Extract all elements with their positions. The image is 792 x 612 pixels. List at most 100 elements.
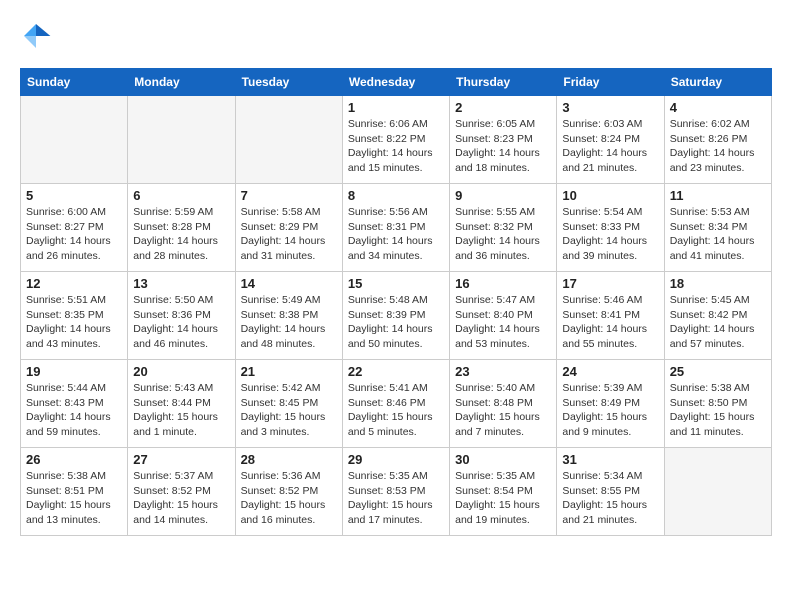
- day-info: Sunrise: 5:35 AM Sunset: 8:53 PM Dayligh…: [348, 469, 444, 528]
- day-info: Sunrise: 5:55 AM Sunset: 8:32 PM Dayligh…: [455, 205, 551, 264]
- day-cell-9: 9 Sunrise: 5:55 AM Sunset: 8:32 PM Daylig…: [450, 184, 557, 272]
- day-info: Sunrise: 5:59 AM Sunset: 8:28 PM Dayligh…: [133, 205, 229, 264]
- empty-cell: [21, 96, 128, 184]
- day-cell-17: 17 Sunrise: 5:46 AM Sunset: 8:41 PM Dayli…: [557, 272, 664, 360]
- day-cell-7: 7 Sunrise: 5:58 AM Sunset: 8:29 PM Daylig…: [235, 184, 342, 272]
- day-cell-28: 28 Sunrise: 5:36 AM Sunset: 8:52 PM Dayli…: [235, 448, 342, 536]
- day-info: Sunrise: 5:56 AM Sunset: 8:31 PM Dayligh…: [348, 205, 444, 264]
- day-number: 24: [562, 364, 658, 379]
- day-number: 1: [348, 100, 444, 115]
- day-cell-15: 15 Sunrise: 5:48 AM Sunset: 8:39 PM Dayli…: [342, 272, 449, 360]
- day-cell-27: 27 Sunrise: 5:37 AM Sunset: 8:52 PM Dayli…: [128, 448, 235, 536]
- day-number: 2: [455, 100, 551, 115]
- day-info: Sunrise: 5:47 AM Sunset: 8:40 PM Dayligh…: [455, 293, 551, 352]
- day-info: Sunrise: 5:49 AM Sunset: 8:38 PM Dayligh…: [241, 293, 337, 352]
- day-number: 12: [26, 276, 122, 291]
- column-header-tuesday: Tuesday: [235, 69, 342, 96]
- day-info: Sunrise: 5:35 AM Sunset: 8:54 PM Dayligh…: [455, 469, 551, 528]
- day-number: 14: [241, 276, 337, 291]
- logo-icon: [20, 20, 52, 52]
- day-number: 27: [133, 452, 229, 467]
- day-number: 26: [26, 452, 122, 467]
- day-number: 31: [562, 452, 658, 467]
- column-header-sunday: Sunday: [21, 69, 128, 96]
- day-info: Sunrise: 5:41 AM Sunset: 8:46 PM Dayligh…: [348, 381, 444, 440]
- day-number: 10: [562, 188, 658, 203]
- day-info: Sunrise: 6:00 AM Sunset: 8:27 PM Dayligh…: [26, 205, 122, 264]
- day-cell-31: 31Sunrise: 5:34 AM Sunset: 8:55 PM Dayli…: [557, 448, 664, 536]
- day-info: Sunrise: 5:51 AM Sunset: 8:35 PM Dayligh…: [26, 293, 122, 352]
- day-info: Sunrise: 5:40 AM Sunset: 8:48 PM Dayligh…: [455, 381, 551, 440]
- day-info: Sunrise: 5:50 AM Sunset: 8:36 PM Dayligh…: [133, 293, 229, 352]
- day-number: 28: [241, 452, 337, 467]
- week-row-1: 1 Sunrise: 6:06 AM Sunset: 8:22 PM Daylig…: [21, 96, 772, 184]
- day-info: Sunrise: 5:58 AM Sunset: 8:29 PM Dayligh…: [241, 205, 337, 264]
- day-cell-20: 20 Sunrise: 5:43 AM Sunset: 8:44 PM Dayli…: [128, 360, 235, 448]
- day-cell-14: 14 Sunrise: 5:49 AM Sunset: 8:38 PM Dayli…: [235, 272, 342, 360]
- day-number: 15: [348, 276, 444, 291]
- day-info: Sunrise: 5:36 AM Sunset: 8:52 PM Dayligh…: [241, 469, 337, 528]
- day-number: 5: [26, 188, 122, 203]
- day-number: 23: [455, 364, 551, 379]
- day-number: 19: [26, 364, 122, 379]
- day-number: 3: [562, 100, 658, 115]
- week-row-5: 26 Sunrise: 5:38 AM Sunset: 8:51 PM Dayli…: [21, 448, 772, 536]
- logo: [20, 20, 56, 52]
- day-info: Sunrise: 6:02 AM Sunset: 8:26 PM Dayligh…: [670, 117, 766, 176]
- day-number: 4: [670, 100, 766, 115]
- day-cell-16: 16 Sunrise: 5:47 AM Sunset: 8:40 PM Dayli…: [450, 272, 557, 360]
- page-header: [20, 20, 772, 52]
- day-cell-29: 29Sunrise: 5:35 AM Sunset: 8:53 PM Dayli…: [342, 448, 449, 536]
- day-cell-18: 18 Sunrise: 5:45 AM Sunset: 8:42 PM Dayli…: [664, 272, 771, 360]
- day-number: 18: [670, 276, 766, 291]
- week-row-2: 5 Sunrise: 6:00 AM Sunset: 8:27 PM Daylig…: [21, 184, 772, 272]
- day-number: 17: [562, 276, 658, 291]
- day-cell-24: 24Sunrise: 5:39 AM Sunset: 8:49 PM Dayli…: [557, 360, 664, 448]
- day-number: 21: [241, 364, 337, 379]
- day-info: Sunrise: 5:46 AM Sunset: 8:41 PM Dayligh…: [562, 293, 658, 352]
- day-cell-10: 10 Sunrise: 5:54 AM Sunset: 8:33 PM Dayli…: [557, 184, 664, 272]
- column-header-thursday: Thursday: [450, 69, 557, 96]
- day-number: 6: [133, 188, 229, 203]
- day-number: 16: [455, 276, 551, 291]
- column-header-monday: Monday: [128, 69, 235, 96]
- day-info: Sunrise: 6:05 AM Sunset: 8:23 PM Dayligh…: [455, 117, 551, 176]
- day-cell-13: 13 Sunrise: 5:50 AM Sunset: 8:36 PM Dayli…: [128, 272, 235, 360]
- day-cell-19: 19 Sunrise: 5:44 AM Sunset: 8:43 PM Dayli…: [21, 360, 128, 448]
- day-info: Sunrise: 6:03 AM Sunset: 8:24 PM Dayligh…: [562, 117, 658, 176]
- day-cell-4: 4 Sunrise: 6:02 AM Sunset: 8:26 PM Daylig…: [664, 96, 771, 184]
- day-cell-23: 23 Sunrise: 5:40 AM Sunset: 8:48 PM Dayli…: [450, 360, 557, 448]
- calendar-table: SundayMondayTuesdayWednesdayThursdayFrid…: [20, 68, 772, 536]
- day-cell-1: 1 Sunrise: 6:06 AM Sunset: 8:22 PM Daylig…: [342, 96, 449, 184]
- day-info: Sunrise: 5:48 AM Sunset: 8:39 PM Dayligh…: [348, 293, 444, 352]
- day-cell-5: 5 Sunrise: 6:00 AM Sunset: 8:27 PM Daylig…: [21, 184, 128, 272]
- calendar-header-row: SundayMondayTuesdayWednesdayThursdayFrid…: [21, 69, 772, 96]
- day-cell-12: 12 Sunrise: 5:51 AM Sunset: 8:35 PM Dayli…: [21, 272, 128, 360]
- day-info: Sunrise: 5:54 AM Sunset: 8:33 PM Dayligh…: [562, 205, 658, 264]
- day-info: Sunrise: 6:06 AM Sunset: 8:22 PM Dayligh…: [348, 117, 444, 176]
- day-info: Sunrise: 5:37 AM Sunset: 8:52 PM Dayligh…: [133, 469, 229, 528]
- day-number: 20: [133, 364, 229, 379]
- day-number: 22: [348, 364, 444, 379]
- column-header-friday: Friday: [557, 69, 664, 96]
- day-info: Sunrise: 5:44 AM Sunset: 8:43 PM Dayligh…: [26, 381, 122, 440]
- day-cell-26: 26 Sunrise: 5:38 AM Sunset: 8:51 PM Dayli…: [21, 448, 128, 536]
- day-number: 9: [455, 188, 551, 203]
- day-info: Sunrise: 5:38 AM Sunset: 8:50 PM Dayligh…: [670, 381, 766, 440]
- day-cell-30: 30Sunrise: 5:35 AM Sunset: 8:54 PM Dayli…: [450, 448, 557, 536]
- day-number: 13: [133, 276, 229, 291]
- day-info: Sunrise: 5:38 AM Sunset: 8:51 PM Dayligh…: [26, 469, 122, 528]
- day-cell-8: 8Sunrise: 5:56 AM Sunset: 8:31 PM Daylig…: [342, 184, 449, 272]
- week-row-3: 12 Sunrise: 5:51 AM Sunset: 8:35 PM Dayli…: [21, 272, 772, 360]
- day-info: Sunrise: 5:42 AM Sunset: 8:45 PM Dayligh…: [241, 381, 337, 440]
- day-number: 7: [241, 188, 337, 203]
- day-info: Sunrise: 5:45 AM Sunset: 8:42 PM Dayligh…: [670, 293, 766, 352]
- column-header-saturday: Saturday: [664, 69, 771, 96]
- day-cell-11: 11Sunrise: 5:53 AM Sunset: 8:34 PM Dayli…: [664, 184, 771, 272]
- week-row-4: 19 Sunrise: 5:44 AM Sunset: 8:43 PM Dayli…: [21, 360, 772, 448]
- day-cell-21: 21 Sunrise: 5:42 AM Sunset: 8:45 PM Dayli…: [235, 360, 342, 448]
- empty-cell: [235, 96, 342, 184]
- column-header-wednesday: Wednesday: [342, 69, 449, 96]
- day-info: Sunrise: 5:43 AM Sunset: 8:44 PM Dayligh…: [133, 381, 229, 440]
- day-cell-25: 25Sunrise: 5:38 AM Sunset: 8:50 PM Dayli…: [664, 360, 771, 448]
